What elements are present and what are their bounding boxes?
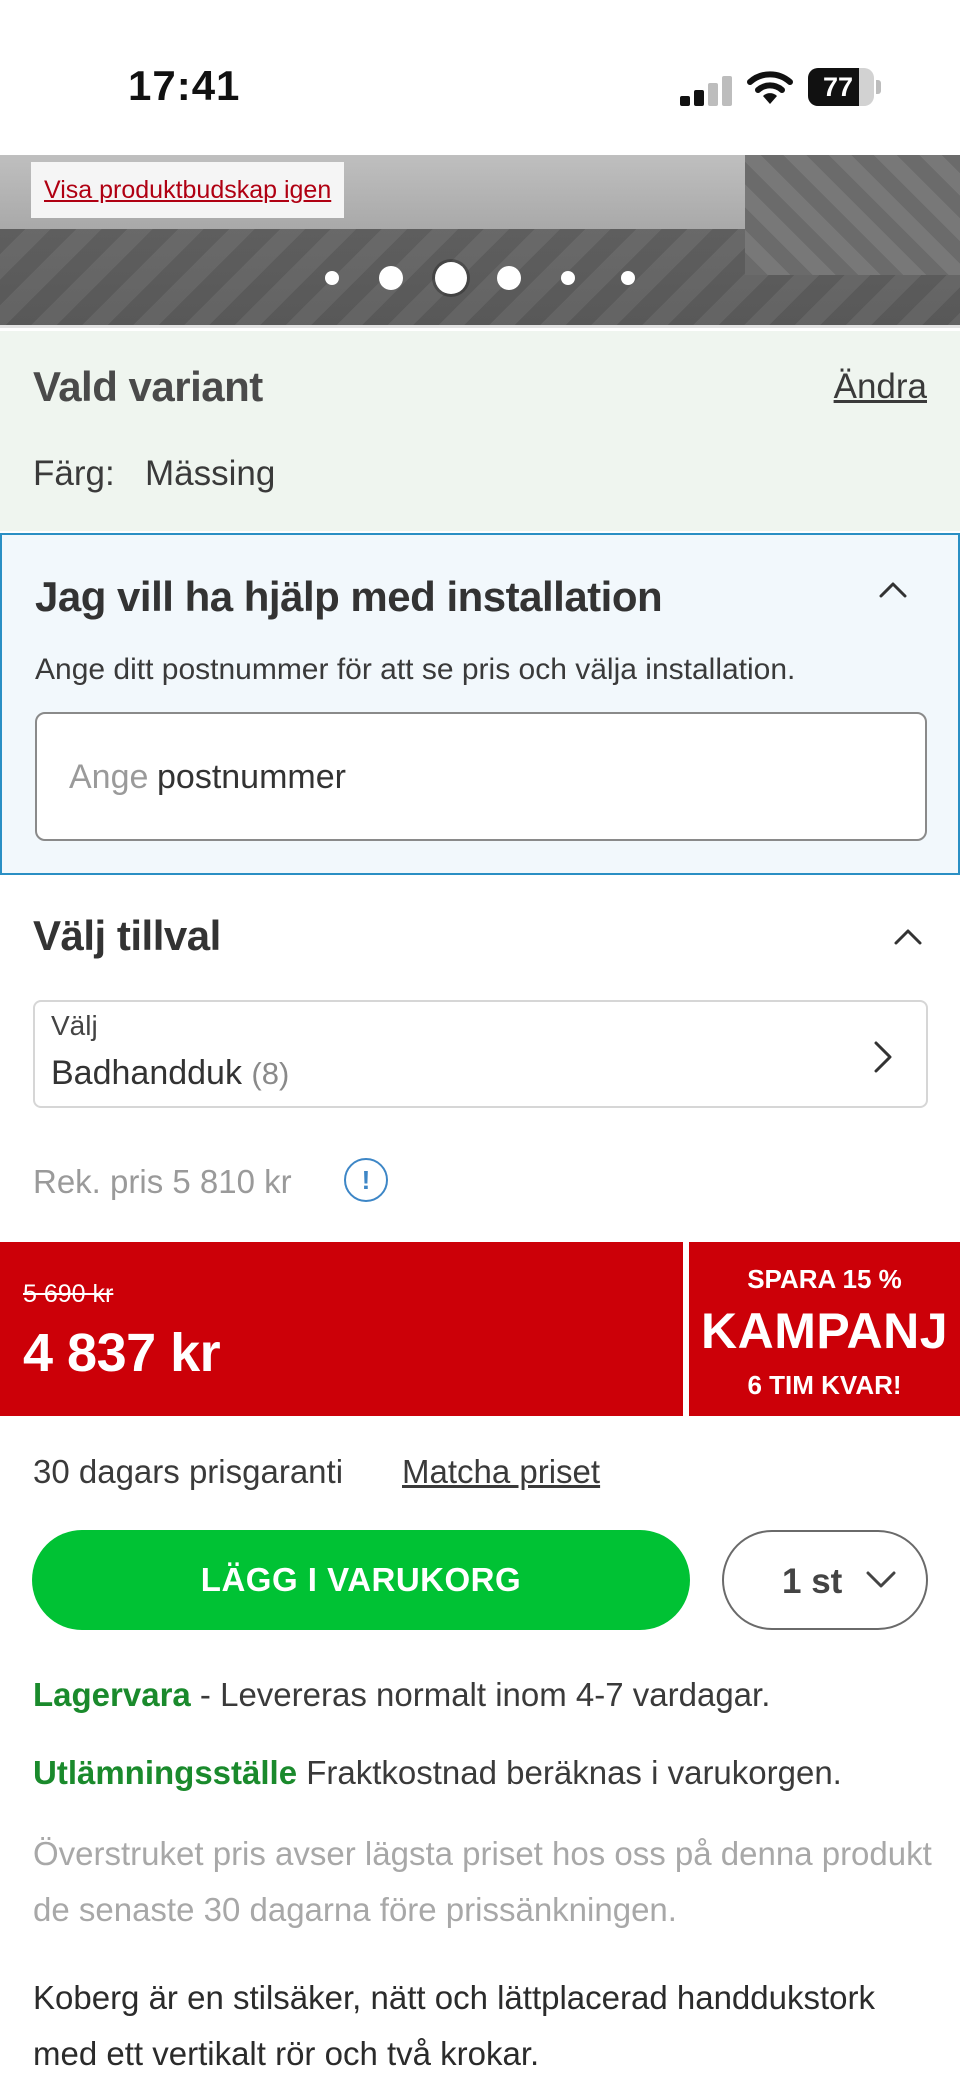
carousel-dot[interactable] [325, 271, 339, 285]
color-value: Mässing [145, 454, 276, 493]
selected-variant-section: Vald variant Ändra Färg: Mässing [0, 331, 960, 531]
variant-title: Vald variant [33, 363, 263, 410]
installation-section: Jag vill ha hjälp med installation Ange … [0, 533, 960, 875]
old-price: 5 690 kr [23, 1280, 114, 1308]
postal-code-placeholder: Ange [69, 758, 149, 796]
pickup-text: Fraktkostnad beräknas i varukorgen. [297, 1754, 842, 1791]
stock-status: Lagervara [33, 1676, 191, 1713]
signal-icon [680, 76, 732, 106]
pickup-label: Utlämningsställe [33, 1754, 298, 1791]
carousel-dot[interactable] [621, 271, 635, 285]
chevron-right-icon [874, 1041, 892, 1073]
quantity-select[interactable]: 1 st [722, 1530, 928, 1630]
campaign-badge: SPARA 15 % KAMPANJ 6 TIM KVAR! [689, 1242, 960, 1416]
stock-delivery-text: - Levereras normalt inom 4-7 vardagar. [190, 1676, 771, 1713]
battery-level: 77 [822, 72, 854, 102]
product-description: Koberg är en stilsäker, nätt och lättpla… [33, 1979, 875, 2072]
carousel-dot[interactable] [497, 266, 521, 290]
chevron-up-icon[interactable] [893, 922, 923, 952]
carousel-dot-active[interactable] [435, 262, 467, 294]
current-price: 4 837 kr [23, 1323, 221, 1383]
addons-title[interactable]: Välj tillval [33, 912, 221, 960]
match-price-link[interactable]: Matcha priset [402, 1453, 600, 1491]
campaign-time-left: 6 TIM KVAR! [747, 1370, 902, 1400]
product-message-box: Visa produktbudskap igen [31, 162, 345, 218]
show-product-message-link[interactable]: Visa produktbudskap igen [44, 162, 331, 218]
quantity-value: 1 st [782, 1562, 843, 1601]
stock-info: Lagervara - Levereras normalt inom 4-7 v… [33, 1676, 770, 1714]
addon-name: Badhandduk [51, 1054, 242, 1092]
carousel-dot[interactable] [561, 271, 575, 285]
product-image-carousel[interactable]: Visa produktbudskap igen [0, 155, 960, 328]
wifi-icon [747, 71, 793, 104]
battery-icon: 77 [808, 68, 881, 106]
product-image-panel [745, 155, 960, 275]
installation-title[interactable]: Jag vill ha hjälp med installation [35, 573, 663, 621]
status-time: 17:41 [128, 62, 241, 109]
carousel-dot[interactable] [379, 266, 403, 290]
price-guarantee: 30 dagars prisgaranti [33, 1453, 344, 1490]
recommended-price: Rek. pris 5 810 kr [33, 1163, 292, 1200]
campaign-title: KAMPANJ [700, 1303, 949, 1359]
installation-description: Ange ditt postnummer för att se pris och… [35, 653, 796, 686]
chevron-up-icon[interactable] [878, 575, 908, 605]
info-icon[interactable]: ! [344, 1158, 388, 1202]
change-variant-link[interactable]: Ändra [834, 367, 927, 407]
color-label: Färg: [33, 454, 115, 493]
carousel-dots [0, 258, 960, 298]
chevron-down-icon [866, 1571, 896, 1588]
addon-select-value: Badhandduk (8) [51, 1054, 289, 1093]
price-disclaimer: Överstruket pris avser lägsta priset hos… [33, 1835, 932, 1928]
status-bar: 17:41 77 [0, 0, 960, 155]
addon-select[interactable]: Välj Badhandduk (8) [33, 1000, 928, 1108]
postal-code-input[interactable]: Ange postnummer [35, 712, 927, 841]
postal-code-value: postnummer [157, 758, 346, 796]
price-box: 5 690 kr 4 837 kr [0, 1242, 683, 1416]
addon-select-label: Välj [51, 1010, 98, 1041]
campaign-savings: SPARA 15 % [747, 1264, 902, 1294]
addon-count: (8) [251, 1056, 290, 1091]
add-to-cart-button[interactable]: LÄGG I VARUKORG [32, 1530, 690, 1630]
pickup-info: Utlämningsställe Fraktkostnad beräknas i… [33, 1754, 842, 1792]
